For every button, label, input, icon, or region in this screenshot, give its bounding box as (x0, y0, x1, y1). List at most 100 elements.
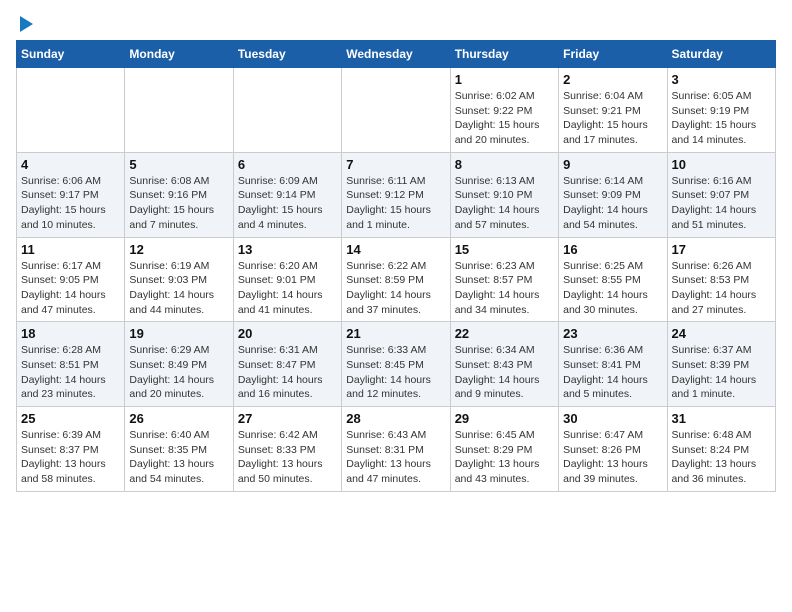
day-info: Sunrise: 6:48 AM Sunset: 8:24 PM Dayligh… (672, 428, 771, 487)
day-number: 4 (21, 157, 120, 172)
day-info: Sunrise: 6:17 AM Sunset: 9:05 PM Dayligh… (21, 259, 120, 318)
calendar-week-4: 18 Sunrise: 6:28 AM Sunset: 8:51 PM Dayli… (17, 322, 776, 407)
logo (16, 16, 33, 32)
day-info: Sunrise: 6:47 AM Sunset: 8:26 PM Dayligh… (563, 428, 662, 487)
calendar-cell: 25Sunrise: 6:39 AM Sunset: 8:37 PM Dayli… (17, 407, 125, 492)
day-info: Sunrise: 6:08 AM Sunset: 9:16 PM Dayligh… (129, 174, 228, 233)
day-info: Sunrise: 6:28 AM Sunset: 8:51 PM Dayligh… (21, 343, 120, 402)
day-info: Sunrise: 6:06 AM Sunset: 9:17 PM Dayligh… (21, 174, 120, 233)
calendar-cell: 8 Sunrise: 6:13 AM Sunset: 9:10 PM Daylig… (450, 152, 558, 237)
day-number: 16 (563, 242, 662, 257)
day-number: 14 (346, 242, 445, 257)
day-number: 9 (563, 157, 662, 172)
day-number: 20 (238, 326, 337, 341)
day-info: Sunrise: 6:39 AM Sunset: 8:37 PM Dayligh… (21, 428, 120, 487)
day-number: 12 (129, 242, 228, 257)
day-info: Sunrise: 6:43 AM Sunset: 8:31 PM Dayligh… (346, 428, 445, 487)
day-number: 17 (672, 242, 771, 257)
day-number: 29 (455, 411, 554, 426)
calendar-cell: 9 Sunrise: 6:14 AM Sunset: 9:09 PM Daylig… (559, 152, 667, 237)
calendar-cell: 19 Sunrise: 6:29 AM Sunset: 8:49 PM Dayli… (125, 322, 233, 407)
calendar-cell: 23 Sunrise: 6:36 AM Sunset: 8:41 PM Dayli… (559, 322, 667, 407)
calendar-cell: 10 Sunrise: 6:16 AM Sunset: 9:07 PM Dayli… (667, 152, 775, 237)
calendar-cell: 26 Sunrise: 6:40 AM Sunset: 8:35 PM Dayli… (125, 407, 233, 492)
calendar-cell: 16 Sunrise: 6:25 AM Sunset: 8:55 PM Dayli… (559, 237, 667, 322)
day-header-thursday: Thursday (450, 41, 558, 68)
calendar-cell: 15 Sunrise: 6:23 AM Sunset: 8:57 PM Dayli… (450, 237, 558, 322)
day-header-tuesday: Tuesday (233, 41, 341, 68)
day-info: Sunrise: 6:09 AM Sunset: 9:14 PM Dayligh… (238, 174, 337, 233)
calendar-cell: 13 Sunrise: 6:20 AM Sunset: 9:01 PM Dayli… (233, 237, 341, 322)
day-number: 23 (563, 326, 662, 341)
calendar-cell: 20 Sunrise: 6:31 AM Sunset: 8:47 PM Dayli… (233, 322, 341, 407)
calendar-header-row: SundayMondayTuesdayWednesdayThursdayFrid… (17, 41, 776, 68)
day-info: Sunrise: 6:26 AM Sunset: 8:53 PM Dayligh… (672, 259, 771, 318)
day-number: 5 (129, 157, 228, 172)
day-info: Sunrise: 6:34 AM Sunset: 8:43 PM Dayligh… (455, 343, 554, 402)
day-number: 31 (672, 411, 771, 426)
day-info: Sunrise: 6:36 AM Sunset: 8:41 PM Dayligh… (563, 343, 662, 402)
day-info: Sunrise: 6:04 AM Sunset: 9:21 PM Dayligh… (563, 89, 662, 148)
day-header-saturday: Saturday (667, 41, 775, 68)
day-info: Sunrise: 6:20 AM Sunset: 9:01 PM Dayligh… (238, 259, 337, 318)
calendar-cell: 27Sunrise: 6:42 AM Sunset: 8:33 PM Dayli… (233, 407, 341, 492)
calendar-cell: 5 Sunrise: 6:08 AM Sunset: 9:16 PM Daylig… (125, 152, 233, 237)
day-number: 26 (129, 411, 228, 426)
calendar-week-2: 4 Sunrise: 6:06 AM Sunset: 9:17 PM Daylig… (17, 152, 776, 237)
calendar-cell: 12 Sunrise: 6:19 AM Sunset: 9:03 PM Dayli… (125, 237, 233, 322)
day-info: Sunrise: 6:11 AM Sunset: 9:12 PM Dayligh… (346, 174, 445, 233)
day-info: Sunrise: 6:33 AM Sunset: 8:45 PM Dayligh… (346, 343, 445, 402)
day-number: 21 (346, 326, 445, 341)
calendar-cell (342, 68, 450, 153)
calendar-cell: 22Sunrise: 6:34 AM Sunset: 8:43 PM Dayli… (450, 322, 558, 407)
calendar-cell: 30 Sunrise: 6:47 AM Sunset: 8:26 PM Dayli… (559, 407, 667, 492)
day-number: 19 (129, 326, 228, 341)
calendar-cell: 24 Sunrise: 6:37 AM Sunset: 8:39 PM Dayli… (667, 322, 775, 407)
calendar-cell: 3 Sunrise: 6:05 AM Sunset: 9:19 PM Daylig… (667, 68, 775, 153)
day-number: 3 (672, 72, 771, 87)
day-info: Sunrise: 6:29 AM Sunset: 8:49 PM Dayligh… (129, 343, 228, 402)
calendar-cell: 21 Sunrise: 6:33 AM Sunset: 8:45 PM Dayli… (342, 322, 450, 407)
day-header-friday: Friday (559, 41, 667, 68)
calendar-cell: 1Sunrise: 6:02 AM Sunset: 9:22 PM Daylig… (450, 68, 558, 153)
day-number: 30 (563, 411, 662, 426)
calendar-week-3: 11 Sunrise: 6:17 AM Sunset: 9:05 PM Dayli… (17, 237, 776, 322)
day-number: 24 (672, 326, 771, 341)
day-number: 15 (455, 242, 554, 257)
day-info: Sunrise: 6:13 AM Sunset: 9:10 PM Dayligh… (455, 174, 554, 233)
day-header-wednesday: Wednesday (342, 41, 450, 68)
calendar-cell: 29 Sunrise: 6:45 AM Sunset: 8:29 PM Dayli… (450, 407, 558, 492)
calendar-cell: 31 Sunrise: 6:48 AM Sunset: 8:24 PM Dayli… (667, 407, 775, 492)
day-number: 10 (672, 157, 771, 172)
day-number: 1 (455, 72, 554, 87)
logo-arrow-icon (20, 16, 33, 32)
day-number: 27 (238, 411, 337, 426)
day-number: 11 (21, 242, 120, 257)
day-info: Sunrise: 6:40 AM Sunset: 8:35 PM Dayligh… (129, 428, 228, 487)
day-info: Sunrise: 6:31 AM Sunset: 8:47 PM Dayligh… (238, 343, 337, 402)
calendar-week-1: 1Sunrise: 6:02 AM Sunset: 9:22 PM Daylig… (17, 68, 776, 153)
calendar-week-5: 25Sunrise: 6:39 AM Sunset: 8:37 PM Dayli… (17, 407, 776, 492)
day-info: Sunrise: 6:45 AM Sunset: 8:29 PM Dayligh… (455, 428, 554, 487)
day-info: Sunrise: 6:05 AM Sunset: 9:19 PM Dayligh… (672, 89, 771, 148)
day-info: Sunrise: 6:19 AM Sunset: 9:03 PM Dayligh… (129, 259, 228, 318)
day-header-sunday: Sunday (17, 41, 125, 68)
day-header-monday: Monday (125, 41, 233, 68)
calendar-cell: 17 Sunrise: 6:26 AM Sunset: 8:53 PM Dayli… (667, 237, 775, 322)
day-info: Sunrise: 6:14 AM Sunset: 9:09 PM Dayligh… (563, 174, 662, 233)
calendar-cell: 11 Sunrise: 6:17 AM Sunset: 9:05 PM Dayli… (17, 237, 125, 322)
calendar-cell: 18 Sunrise: 6:28 AM Sunset: 8:51 PM Dayli… (17, 322, 125, 407)
day-number: 7 (346, 157, 445, 172)
day-info: Sunrise: 6:23 AM Sunset: 8:57 PM Dayligh… (455, 259, 554, 318)
day-number: 6 (238, 157, 337, 172)
calendar-cell (233, 68, 341, 153)
calendar-cell: 14Sunrise: 6:22 AM Sunset: 8:59 PM Dayli… (342, 237, 450, 322)
day-number: 8 (455, 157, 554, 172)
calendar-cell (17, 68, 125, 153)
day-info: Sunrise: 6:37 AM Sunset: 8:39 PM Dayligh… (672, 343, 771, 402)
day-number: 2 (563, 72, 662, 87)
day-info: Sunrise: 6:25 AM Sunset: 8:55 PM Dayligh… (563, 259, 662, 318)
day-info: Sunrise: 6:16 AM Sunset: 9:07 PM Dayligh… (672, 174, 771, 233)
day-number: 13 (238, 242, 337, 257)
day-number: 18 (21, 326, 120, 341)
